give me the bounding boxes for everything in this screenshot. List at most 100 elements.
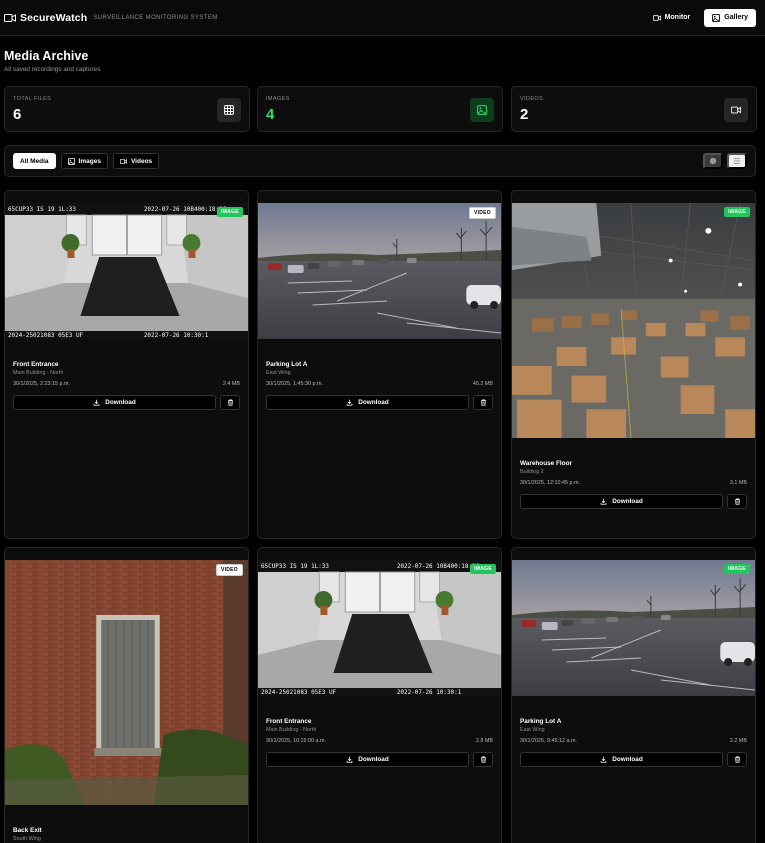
media-thumbnail[interactable]: IMAGE — [512, 203, 755, 438]
media-card[interactable]: 65CUP33 IS 19 1L:33 2022-07-26 10B400:18:… — [4, 190, 249, 539]
download-button[interactable]: Download — [520, 752, 723, 767]
media-card[interactable]: 65CUP33 IS 19 1L:33 2022-07-26 10B400:18:… — [257, 547, 502, 843]
list-icon — [733, 158, 741, 164]
media-thumbnail[interactable]: VIDEO — [258, 203, 501, 339]
camera-capture — [258, 203, 501, 339]
camera-capture: 65CUP33 IS 19 1L:33 2022-07-26 10B400:18:… — [5, 203, 248, 339]
media-card[interactable]: VIDEO Back Exit South Wing — [4, 547, 249, 843]
download-label: Download — [105, 399, 136, 406]
stat-label: VIDEOS — [520, 96, 544, 102]
video-icon — [724, 98, 748, 122]
gallery-nav-label: Gallery — [724, 14, 748, 21]
stat-value: 4 — [266, 106, 275, 123]
image-icon — [712, 13, 721, 22]
brand-subtitle: SURVEILLANCE MONITORING SYSTEM — [93, 14, 218, 21]
media-title: Parking Lot A — [520, 718, 562, 725]
camera-capture — [512, 203, 755, 438]
media-card[interactable]: IMAGE Parking Lot A East Wing 30/1/2025, 9:… — [511, 547, 756, 843]
media-thumbnail[interactable]: 65CUP33 IS 19 1L:33 2022-07-26 10B400:18:… — [258, 560, 501, 696]
download-icon — [600, 498, 607, 505]
media-file-size: 2.8 MB — [475, 738, 493, 744]
svg-text:2024-25021083 05E3 UF: 2024-25021083 05E3 UF — [8, 332, 84, 339]
list-view-button[interactable] — [727, 153, 747, 169]
video-icon — [652, 14, 661, 21]
media-file-size: 2.4 MB — [222, 381, 240, 387]
media-location: Main Building - North — [13, 370, 64, 376]
download-button[interactable]: Download — [13, 395, 216, 410]
grid-view-button[interactable] — [703, 153, 723, 169]
media-location: Main Building - North — [266, 727, 317, 733]
stat-label: TOTAL FILES — [13, 96, 52, 102]
media-thumbnail[interactable]: VIDEO — [5, 560, 248, 805]
media-type-badge: IMAGE — [217, 207, 243, 217]
delete-button[interactable] — [473, 395, 493, 410]
page-subtitle: All saved recordings and captures — [4, 66, 101, 73]
svg-text:65CUP33 IS 19 1L:33: 65CUP33 IS 19 1L:33 — [8, 206, 76, 213]
media-location: East Wing — [520, 727, 545, 733]
delete-button[interactable] — [727, 752, 747, 767]
download-icon — [93, 399, 100, 406]
camera-capture — [512, 560, 755, 696]
stat-card-total-files: TOTAL FILES 6 — [4, 86, 250, 132]
filter-images-button[interactable]: Images — [60, 153, 108, 169]
trash-icon — [734, 756, 740, 763]
download-icon — [346, 756, 353, 763]
delete-button[interactable] — [220, 395, 240, 410]
camera-capture: 65CUP33 IS 19 1L:33 2022-07-26 10B400:18:… — [258, 560, 501, 696]
filter-videos-button[interactable]: Videos — [112, 153, 160, 169]
top-bar: SecureWatch SURVEILLANCE MONITORING SYST… — [0, 0, 765, 36]
media-type-badge: VIDEO — [215, 564, 243, 576]
download-button[interactable]: Download — [520, 494, 723, 509]
download-icon — [600, 756, 607, 763]
camera-capture — [5, 560, 248, 805]
media-timestamp: 30/1/2025, 12:10:45 p.m. — [520, 480, 580, 486]
filter-all-label: All Media — [20, 157, 49, 165]
media-timestamp: 30/1/2025, 10:15:00 a.m. — [266, 738, 326, 744]
delete-button[interactable] — [727, 494, 747, 509]
media-thumbnail[interactable]: 65CUP33 IS 19 1L:33 2022-07-26 10B400:18:… — [5, 203, 248, 339]
media-thumbnail[interactable]: IMAGE — [512, 560, 755, 696]
download-icon — [346, 399, 353, 406]
media-title: Back Exit — [13, 827, 42, 834]
media-card[interactable]: IMAGE Warehouse Floor Building 2 30/1/2025,… — [511, 190, 756, 539]
video-icon — [119, 158, 127, 164]
view-toggle-group — [703, 153, 747, 169]
svg-text:2024-25021083 05E3 UF: 2024-25021083 05E3 UF — [261, 689, 337, 696]
media-title: Front Entrance — [13, 361, 59, 368]
monitor-nav-button[interactable]: Monitor — [645, 9, 699, 27]
download-button[interactable]: Download — [266, 752, 469, 767]
download-label: Download — [612, 498, 643, 505]
camera-icon — [4, 13, 16, 23]
media-type-badge: IMAGE — [470, 564, 496, 574]
filter-images-label: Images — [78, 157, 101, 165]
media-timestamp: 30/1/2025, 9:45:12 a.m. — [520, 738, 577, 744]
media-type-badge: IMAGE — [724, 564, 750, 574]
grid-view-icon — [709, 157, 717, 165]
download-button[interactable]: Download — [266, 395, 469, 410]
media-timestamp: 30/1/2025, 2:23:15 p.m. — [13, 381, 70, 387]
filter-all-media-button[interactable]: All Media — [13, 153, 56, 169]
media-type-badge: IMAGE — [724, 207, 750, 217]
svg-text:2022-07-26 10:30:1: 2022-07-26 10:30:1 — [144, 332, 209, 339]
svg-text:2022-07-26 10:30:1: 2022-07-26 10:30:1 — [397, 689, 462, 696]
image-icon — [470, 98, 494, 122]
media-title: Warehouse Floor — [520, 460, 572, 467]
delete-button[interactable] — [473, 752, 493, 767]
gallery-nav-button[interactable]: Gallery — [704, 8, 756, 27]
media-file-size: 45.2 MB — [472, 381, 493, 387]
media-file-size: 3.1 MB — [729, 480, 747, 486]
media-file-size: 2.2 MB — [729, 738, 747, 744]
trash-icon — [734, 498, 740, 505]
stat-card-images: IMAGES 4 — [257, 86, 503, 132]
media-filter-group: All Media Images Videos — [13, 153, 160, 169]
page-title: Media Archive — [4, 49, 89, 63]
grid-icon — [217, 98, 241, 122]
media-location: Building 2 — [520, 469, 544, 475]
media-location: South Wing — [13, 836, 41, 842]
image-icon — [67, 157, 75, 165]
trash-icon — [227, 399, 233, 406]
svg-text:2022-07-26 10B400:18:36: 2022-07-26 10B400:18:36 — [144, 206, 227, 213]
media-card[interactable]: VIDEO Parking Lot A East Wing 30/1/2025, 1:… — [257, 190, 502, 539]
svg-text:65CUP33 IS 19 1L:33: 65CUP33 IS 19 1L:33 — [261, 563, 329, 570]
download-label: Download — [358, 399, 389, 406]
